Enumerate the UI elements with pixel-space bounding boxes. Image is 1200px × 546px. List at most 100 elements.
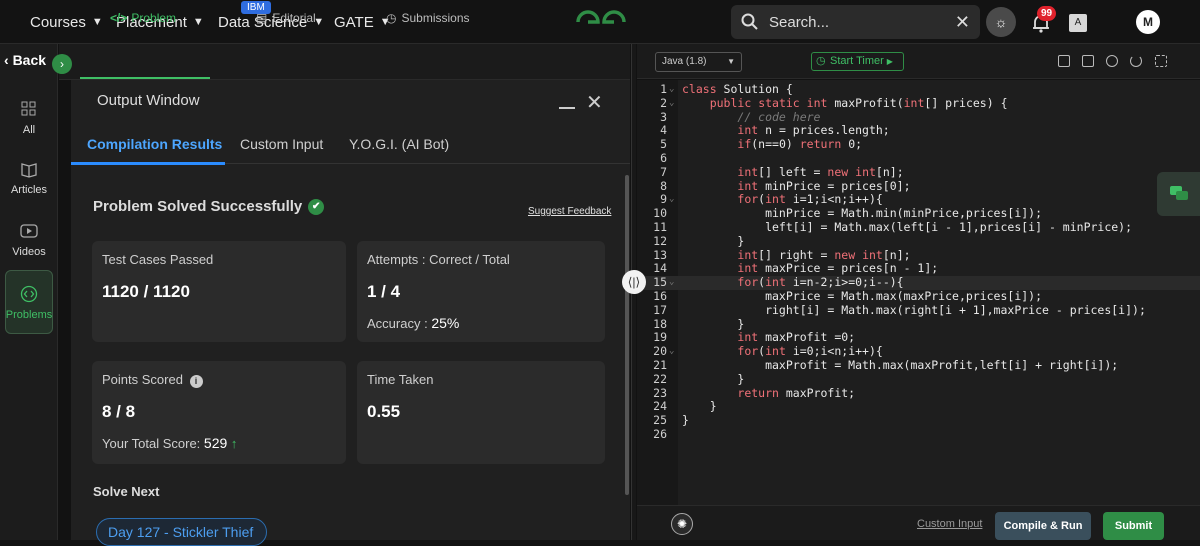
fold-icon[interactable]: ⌄ xyxy=(669,345,674,359)
code-text: } xyxy=(682,371,745,386)
submit-button[interactable]: Submit xyxy=(1103,512,1164,540)
code-line[interactable]: 23 return maxProfit; xyxy=(637,386,1200,401)
line-number: 11 xyxy=(653,220,667,234)
custom-input-link[interactable]: Custom Input xyxy=(917,518,982,530)
points-card: Points Scored i 8 / 8 Your Total Score: … xyxy=(92,361,346,464)
scrollbar[interactable] xyxy=(625,175,629,495)
fullscreen-icon[interactable] xyxy=(1155,55,1167,67)
grid-icon xyxy=(21,101,36,116)
code-line[interactable]: 20 ⌄ for(int i=0;i<n;i++){ xyxy=(637,344,1200,359)
start-timer-label: Start Timer xyxy=(830,55,884,67)
tab-submissions-label: Submissions xyxy=(401,11,470,25)
tab-editorial[interactable]: ▤ Editorial xyxy=(256,11,316,25)
search-input[interactable]: Search... xyxy=(769,14,955,31)
code-line[interactable]: 24 } xyxy=(637,400,1200,414)
theme-toggle-icon[interactable]: ☼ xyxy=(986,7,1016,37)
next-problem-chip[interactable]: Day 127 - Stickler Thief xyxy=(96,518,267,546)
sidebar-item-videos[interactable]: Videos xyxy=(0,222,58,258)
code-line[interactable]: 15 ⌄ for(int i=n-2;i>=0;i--){ xyxy=(637,275,1200,290)
chevron-left-icon: ‹ xyxy=(4,52,13,68)
code-line[interactable]: 10 minPrice = Math.min(minPrice,prices[i… xyxy=(637,206,1200,221)
tab-custom-input[interactable]: Custom Input xyxy=(240,136,323,152)
code-line[interactable]: 7 int[] left = new int[n]; xyxy=(637,165,1200,180)
copy-icon[interactable] xyxy=(1058,55,1070,67)
export-icon[interactable] xyxy=(1082,55,1094,67)
tab-compilation-results[interactable]: Compilation Results xyxy=(87,136,222,152)
close-icon[interactable]: ✕ xyxy=(586,93,603,113)
code-editor[interactable]: 1 ⌄ class Solution {2 ⌄ public static int m… xyxy=(637,80,1200,505)
testcases-label: Test Cases Passed xyxy=(102,252,214,267)
code-text: int minPrice = prices[0]; xyxy=(737,178,911,193)
code-text: public static int maxProfit(int[] prices… xyxy=(709,95,1008,110)
translate-icon[interactable]: A xyxy=(1069,14,1087,32)
line-number: 22 xyxy=(653,371,667,386)
code-line[interactable]: 14 int maxPrice = prices[n - 1]; xyxy=(637,261,1200,276)
code-line[interactable]: 9 ⌄ for(int i=1;i<n;i++){ xyxy=(637,192,1200,207)
nav-courses[interactable]: Courses ▼ xyxy=(30,0,103,44)
start-timer-button[interactable]: ◷ Start Timer ▶ xyxy=(811,52,904,71)
code-line[interactable]: 1 ⌄ class Solution { xyxy=(637,82,1200,97)
code-line[interactable]: 25} xyxy=(637,413,1200,428)
code-line[interactable]: 18 } xyxy=(637,316,1200,332)
code-line[interactable]: 2 ⌄ public static int maxProfit(int[] pri… xyxy=(637,95,1200,111)
line-number: 3 xyxy=(660,109,667,124)
attempts-card: Attempts : Correct / Total 1 / 4 Accurac… xyxy=(357,241,605,342)
code-line[interactable]: 26 xyxy=(637,427,1200,442)
line-number: 21 xyxy=(653,358,667,372)
sidebar-item-problems[interactable]: Problems xyxy=(0,285,58,321)
fold-icon[interactable]: ⌄ xyxy=(669,83,674,97)
active-tab-underline xyxy=(80,77,210,79)
testcases-card: Test Cases Passed 1120 / 1120 xyxy=(92,241,346,342)
check-circle-icon: ✔ xyxy=(308,198,325,215)
code-text: right[i] = Math.max(right[i + 1],maxPric… xyxy=(682,302,1146,317)
avatar[interactable]: M xyxy=(1136,10,1160,34)
code-text: for(int i=1;i<n;i++){ xyxy=(737,192,883,207)
code-line[interactable]: 22 } xyxy=(637,371,1200,387)
chat-button[interactable] xyxy=(1157,172,1200,216)
problem-tabs xyxy=(59,44,630,80)
info-icon[interactable]: i xyxy=(189,375,203,388)
lightbulb-icon[interactable]: ✺ xyxy=(671,513,693,535)
code-line[interactable]: 6 xyxy=(637,151,1200,166)
resize-handle-icon[interactable]: ⟨|⟩ xyxy=(622,270,646,294)
code-line[interactable]: 12 } xyxy=(637,233,1200,249)
minimize-icon[interactable] xyxy=(559,107,575,109)
line-number: 10 xyxy=(653,206,667,221)
fold-icon[interactable]: ⌄ xyxy=(669,97,674,111)
reset-icon[interactable] xyxy=(1130,55,1142,67)
expand-sidebar-button[interactable]: › xyxy=(52,54,72,74)
tab-yogi-ai-bot[interactable]: Y.O.G.I. (AI Bot) xyxy=(349,136,449,152)
code-text: } xyxy=(682,233,745,248)
points-label: Points Scored xyxy=(102,372,183,387)
settings-icon[interactable] xyxy=(1106,55,1118,67)
code-line[interactable]: 17 right[i] = Math.max(right[i + 1],maxP… xyxy=(637,302,1200,318)
nav-gate[interactable]: GATE ▼ xyxy=(334,0,391,44)
search-bar[interactable]: Search... ✕ xyxy=(731,5,980,39)
suggest-feedback-link[interactable]: Suggest Feedback xyxy=(528,206,611,217)
tab-problem[interactable]: </> Problem xyxy=(110,11,176,25)
close-icon[interactable]: ✕ xyxy=(955,12,970,33)
line-number: 1 xyxy=(660,82,667,96)
fold-icon[interactable]: ⌄ xyxy=(669,193,674,207)
code-line[interactable]: 13 int[] right = new int[n]; xyxy=(637,248,1200,263)
tab-submissions[interactable]: ◷ Submissions xyxy=(386,11,470,25)
code-text: maxPrice = Math.max(maxPrice,prices[i]); xyxy=(682,289,1043,303)
code-line[interactable]: 11 left[i] = Math.max(left[i - 1],prices… xyxy=(637,220,1200,235)
fold-icon[interactable]: ⌄ xyxy=(669,276,674,290)
code-line[interactable]: 3 // code here xyxy=(637,109,1200,125)
code-line[interactable]: 19 int maxProfit =0; xyxy=(637,330,1200,345)
code-line[interactable]: 4 int n = prices.length; xyxy=(637,123,1200,138)
code-line[interactable]: 8 int minPrice = prices[0]; xyxy=(637,178,1200,194)
compile-run-button[interactable]: Compile & Run xyxy=(995,512,1091,540)
language-select[interactable]: Java (1.8) ▼ xyxy=(655,52,742,72)
back-button[interactable]: ‹ Back xyxy=(4,52,46,68)
code-line[interactable]: 5 if(n==0) return 0; xyxy=(637,137,1200,152)
gfg-logo[interactable] xyxy=(574,8,628,36)
code-line[interactable]: 16 maxPrice = Math.max(maxPrice,prices[i… xyxy=(637,289,1200,304)
total-score-row: Your Total Score: 529 ↑ xyxy=(102,435,237,451)
code-line[interactable]: 21 maxProfit = Math.max(maxProfit,left[i… xyxy=(637,358,1200,373)
solve-next-heading: Solve Next xyxy=(93,484,160,499)
sidebar-item-all[interactable]: All xyxy=(0,100,58,136)
code-text: } xyxy=(682,316,745,331)
sidebar-item-articles[interactable]: Articles xyxy=(0,160,58,196)
